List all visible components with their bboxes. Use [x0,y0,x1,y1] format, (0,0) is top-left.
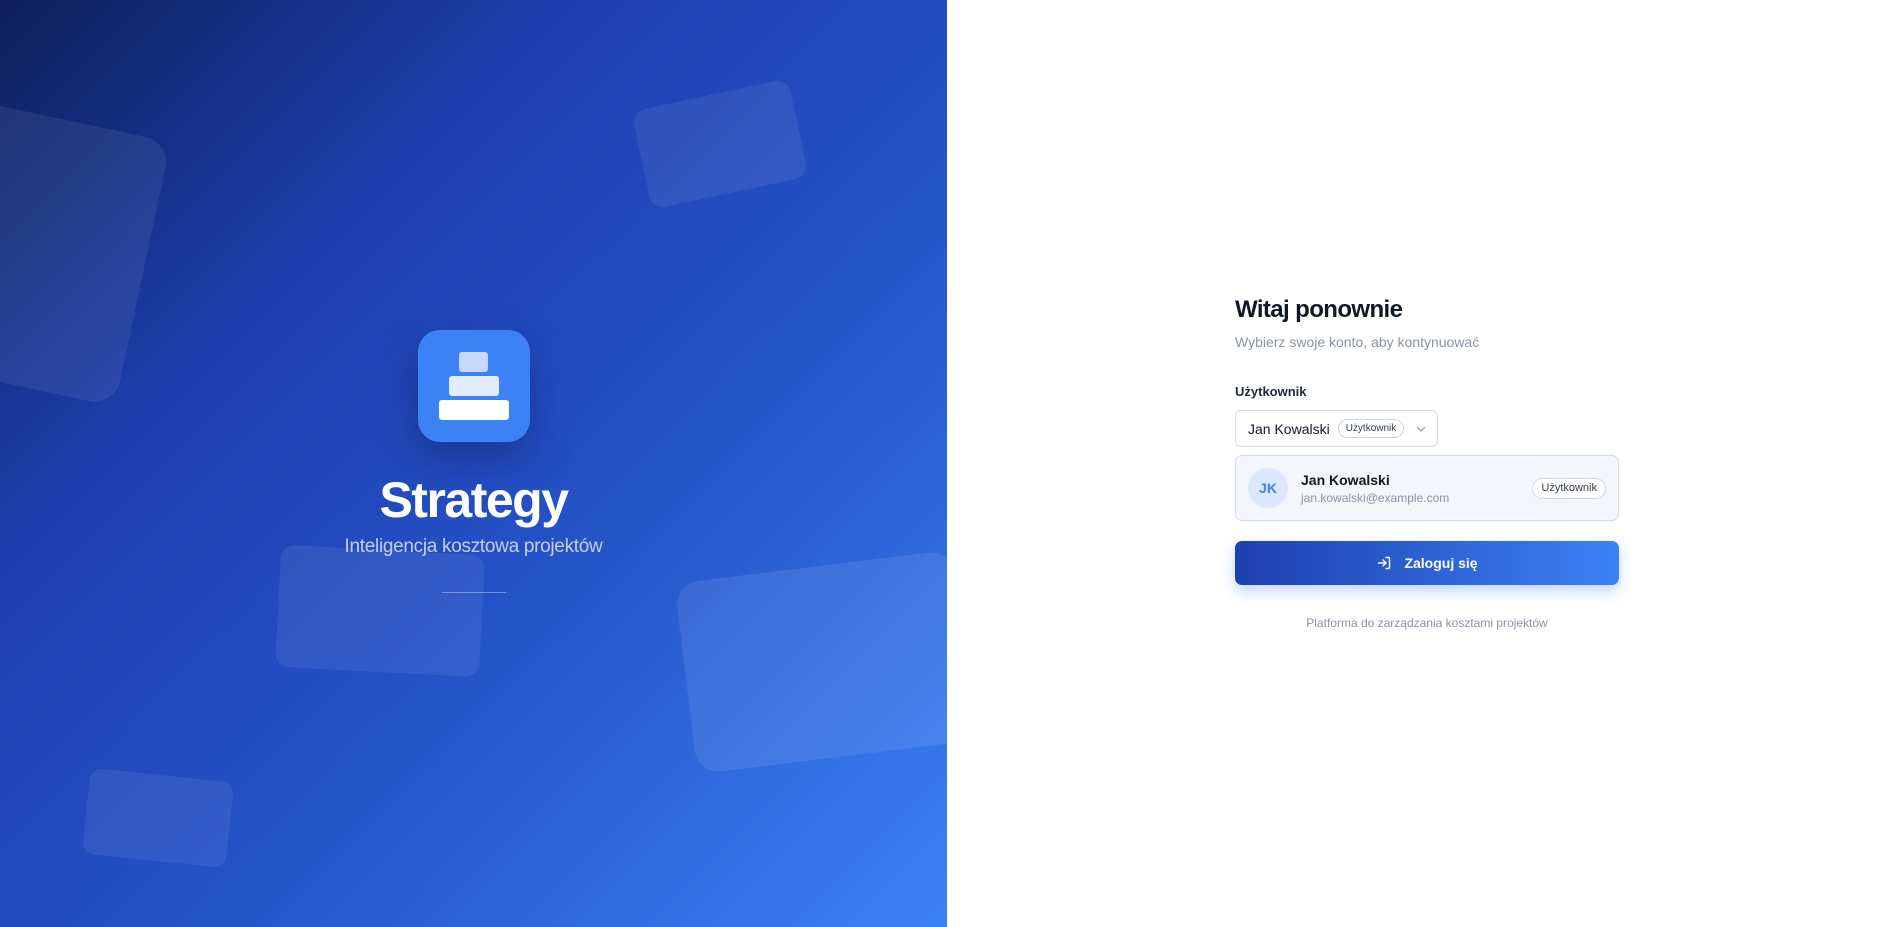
account-name: Jan Kowalski [1301,471,1390,488]
account-email: jan.kowalski@example.com [1301,490,1450,505]
page-subtitle: Wybierz swoje konto, aby kontynuować [1235,334,1480,350]
page-title: Witaj ponownie [1235,296,1403,323]
avatar: JK [1248,468,1288,508]
user-select[interactable]: Jan Kowalski Użytkownik [1235,410,1438,447]
selected-user-name: Jan Kowalski [1248,420,1330,437]
logo-block-top [458,352,488,372]
account-info: Jan Kowalski jan.kowalski@example.com [1301,472,1449,505]
brand-block: Strategy Inteligencja kosztowa projektów [0,330,947,593]
login-button-label: Zaloguj się [1404,555,1478,571]
account-option[interactable]: JK Jan Kowalski jan.kowalski@example.com… [1235,455,1619,521]
stacked-blocks-icon [417,330,530,442]
footer-text: Platforma do zarządzania kosztami projek… [1306,616,1548,630]
role-badge: Użytkownik [1532,477,1606,499]
decorative-shape [81,767,235,869]
brand-panel: Strategy Inteligencja kosztowa projektów [0,0,947,927]
logo-block-middle [448,376,499,396]
brand-divider [441,592,506,593]
brand-name: Strategy [379,472,569,528]
login-button[interactable]: Zaloguj się [1235,541,1619,585]
brand-tagline: Inteligencja kosztowa projektów [344,536,603,557]
chevron-down-icon [1415,423,1427,435]
user-field-label: Użytkownik [1235,384,1307,399]
decorative-shape [631,78,809,210]
login-form: Witaj ponownie Wybierz swoje konto, aby … [1235,294,1619,630]
role-badge: Użytkownik [1337,419,1405,438]
log-in-icon [1376,555,1392,571]
logo-block-bottom [438,400,509,420]
